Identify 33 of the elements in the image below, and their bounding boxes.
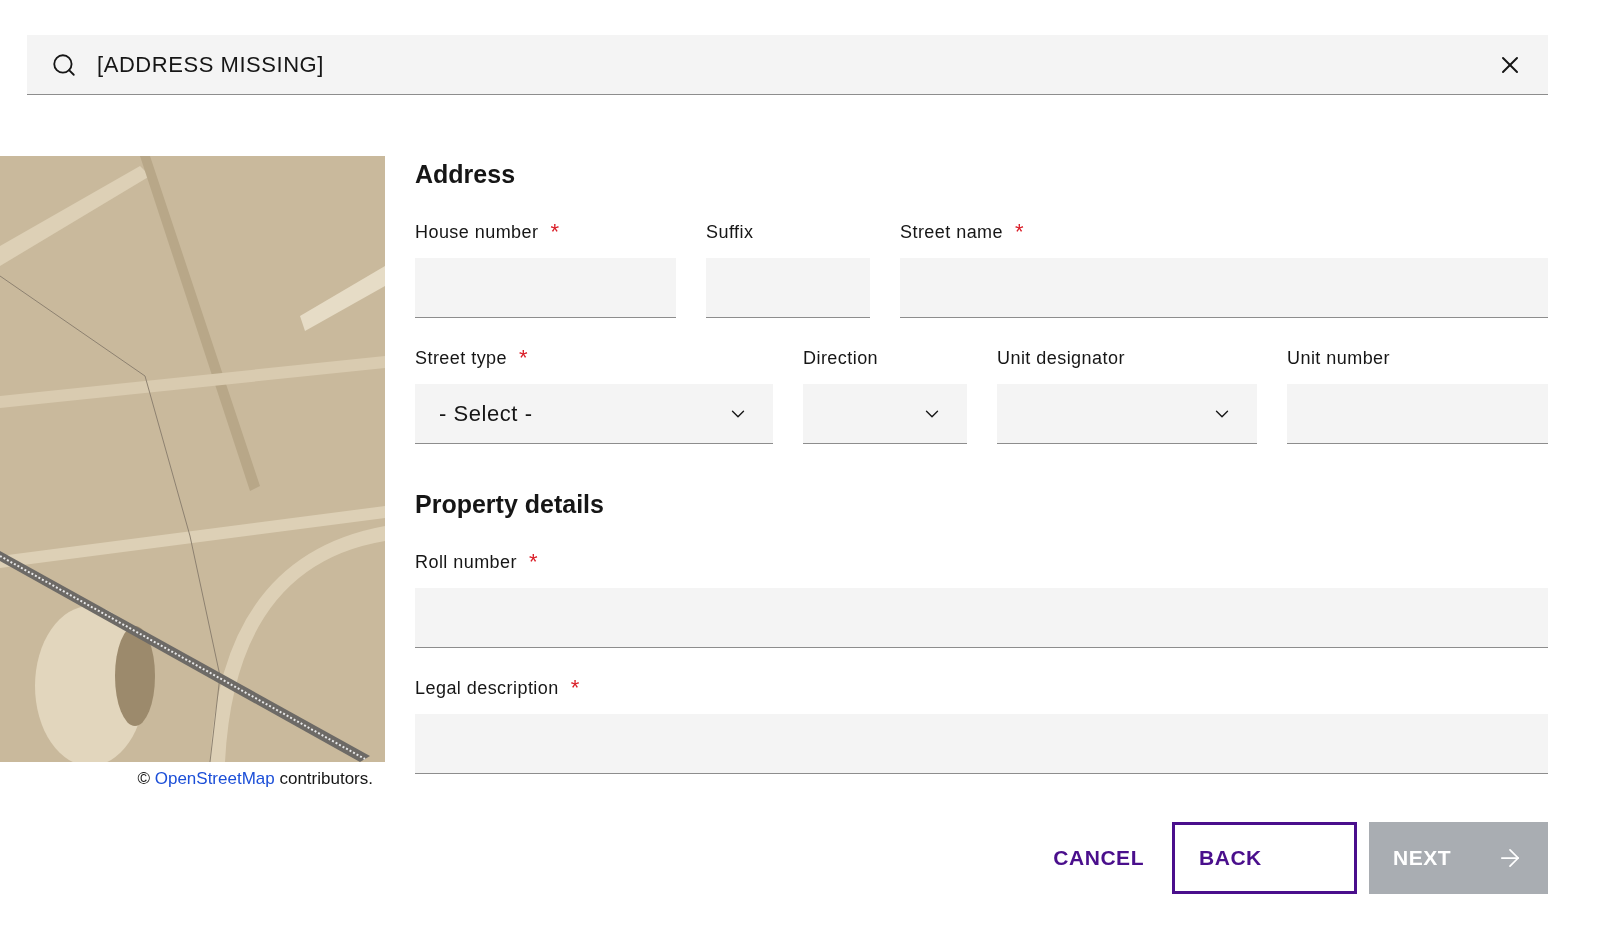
required-mark: *: [550, 220, 560, 244]
section-heading: Property details: [415, 489, 605, 520]
field-label: Roll number: [415, 551, 517, 574]
section-heading: Address: [415, 159, 517, 190]
field-label: House number: [415, 221, 539, 244]
select-field[interactable]: [997, 384, 1257, 444]
input-field[interactable]: [1287, 384, 1548, 444]
search-bar[interactable]: [ADDRESS MISSING]: [27, 35, 1548, 95]
input-field[interactable]: [900, 258, 1548, 318]
cancel-button[interactable]: CANCEL: [1037, 822, 1160, 894]
field-label: Direction: [803, 347, 879, 370]
field-label: Street name: [900, 221, 1003, 244]
input-field[interactable]: [706, 258, 870, 318]
select-field[interactable]: - Select -: [415, 384, 773, 444]
back-button[interactable]: BACK: [1172, 822, 1357, 894]
field-label: Unit designator: [997, 347, 1125, 370]
field-label: Suffix: [706, 221, 754, 244]
map-attribution: © OpenStreetMap contributors.: [136, 768, 374, 790]
field-label: Unit number: [1287, 347, 1390, 370]
required-mark: *: [570, 676, 580, 700]
input-field[interactable]: [415, 588, 1548, 648]
required-mark: *: [529, 550, 538, 574]
search-value: [ADDRESS MISSING]: [97, 51, 325, 79]
field-label: Street type: [415, 347, 507, 370]
select-field[interactable]: [803, 384, 967, 444]
required-mark: *: [1015, 220, 1024, 244]
input-field[interactable]: [415, 258, 676, 318]
required-mark: *: [519, 346, 528, 370]
select-value: - Select -: [439, 400, 533, 428]
search-icon: [51, 51, 77, 78]
input-field[interactable]: [415, 714, 1548, 774]
field-label: Legal description: [415, 677, 559, 700]
openstreetmap-link[interactable]: OpenStreetMap: [154, 769, 275, 788]
